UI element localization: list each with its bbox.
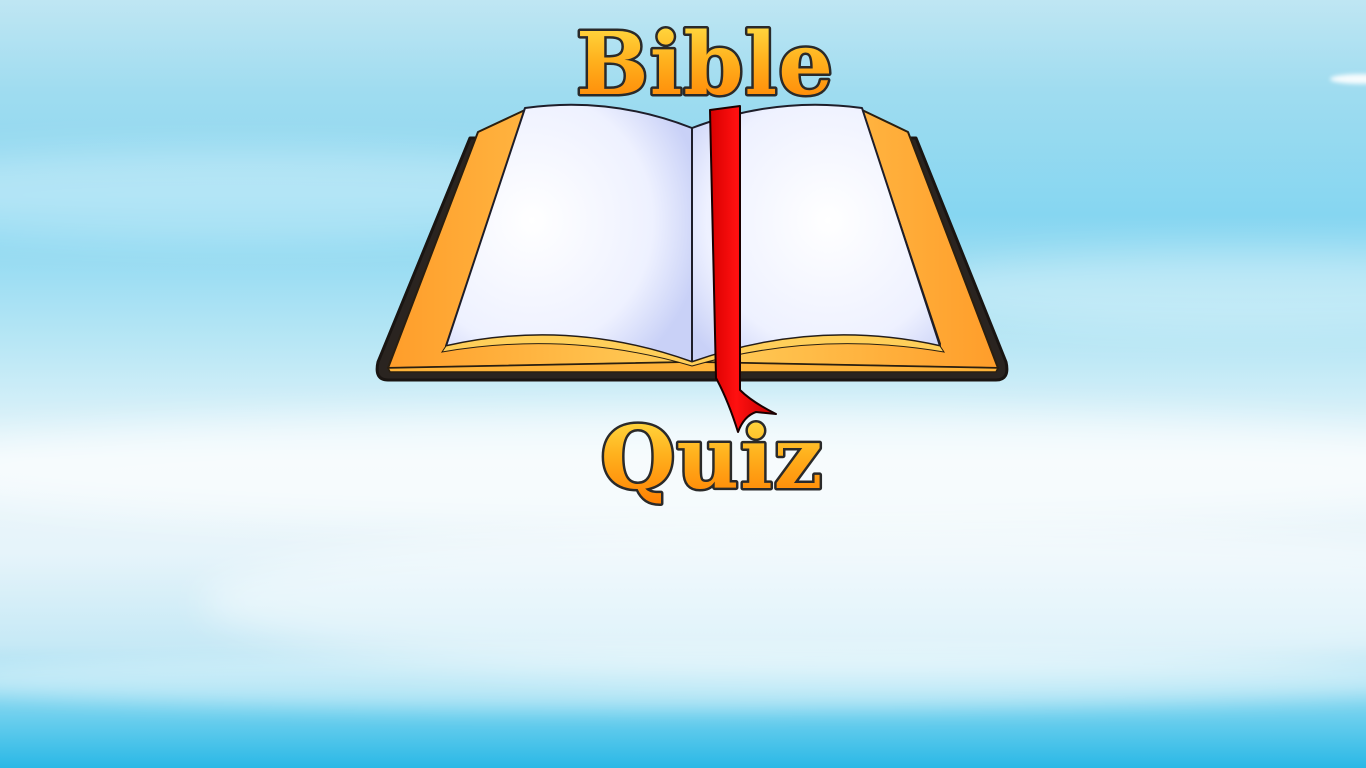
title-quiz: Quiz (601, 408, 824, 509)
open-bible-book-icon (375, 103, 1009, 382)
title-bible: Bible (576, 14, 834, 115)
game-logo: Bible Quiz (375, 12, 1009, 512)
